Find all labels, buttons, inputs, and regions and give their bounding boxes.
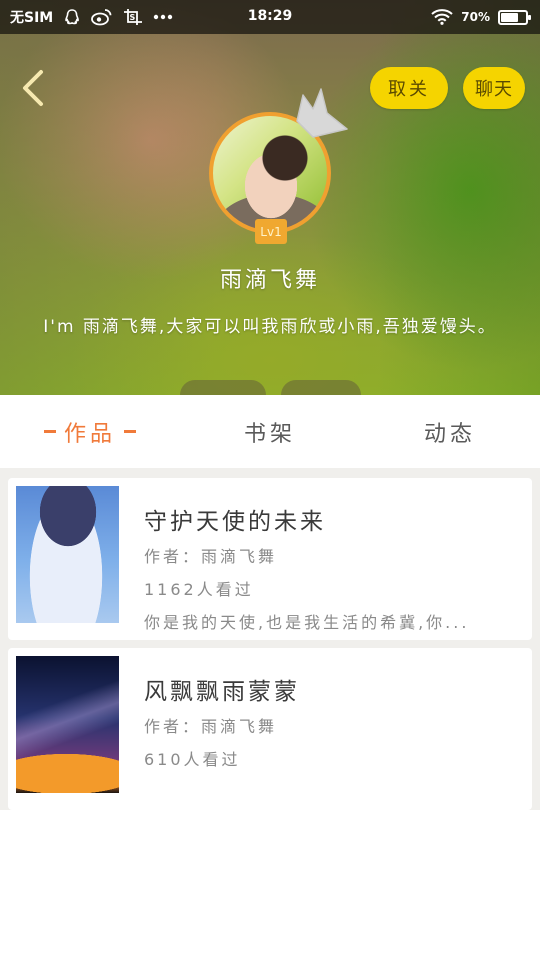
book-author: 作者：雨滴飞舞 — [144, 547, 278, 566]
book-cover-image — [16, 486, 119, 623]
battery-percent: 70% — [461, 10, 490, 24]
profile-tabs: 作品 书架 动态 — [0, 395, 540, 468]
book-cover-image — [16, 656, 119, 793]
book-author: 作者：雨滴飞舞 — [144, 717, 278, 736]
book-title: 守护天使的未来 — [144, 509, 326, 535]
tab-bookshelf-label: 书架 — [243, 421, 296, 447]
tab-works[interactable]: 作品 — [20, 395, 160, 468]
battery-icon — [498, 9, 531, 25]
username: 雨滴飞舞 — [219, 268, 320, 293]
back-button[interactable] — [12, 66, 52, 110]
works-list: 守护天使的未来 作者：雨滴飞舞 1162人看过 你是我的天使,也是我生活的希冀,… — [0, 468, 540, 810]
battery-level-fill — [501, 12, 518, 22]
tab-works-label: 作品 — [63, 421, 116, 447]
list-item[interactable]: 风飘飘雨蒙蒙 作者：雨滴飞舞 610人看过 — [8, 648, 532, 810]
tab-activity-label: 动态 — [423, 421, 476, 447]
list-item[interactable]: 守护天使的未来 作者：雨滴飞舞 1162人看过 你是我的天使,也是我生活的希冀,… — [8, 478, 532, 640]
status-bar-right: 70% — [431, 0, 531, 34]
profile-screen: 无SIM S 18:29 70% 取关 聊天 Lv1 雨滴飞舞 I'm 雨滴飞舞… — [0, 0, 540, 960]
user-bio: I'm 雨滴飞舞,大家可以叫我雨欣或小雨,吾独爱馒头。 — [43, 317, 497, 337]
tab-bookshelf[interactable]: 书架 — [200, 395, 340, 468]
tab-indicator-left — [43, 430, 56, 433]
unfollow-button[interactable]: 取关 — [370, 67, 448, 109]
tab-activity[interactable]: 动态 — [380, 395, 520, 468]
unfollow-label: 取关 — [388, 79, 430, 100]
tab-indicator-right — [124, 430, 136, 433]
level-badge: Lv1 — [255, 219, 287, 244]
chat-label: 聊天 — [475, 79, 513, 100]
status-bar: 无SIM S 18:29 70% — [0, 0, 540, 34]
crown-icon — [296, 88, 348, 138]
book-title: 风飘飘雨蒙蒙 — [144, 679, 300, 705]
chat-button[interactable]: 聊天 — [463, 67, 525, 109]
book-views: 1162人看过 — [144, 580, 254, 599]
wifi-icon — [431, 9, 453, 25]
book-description: 你是我的天使,也是我生活的希冀,你... — [144, 613, 470, 632]
book-views: 610人看过 — [144, 750, 241, 769]
chevron-left-icon — [23, 70, 43, 106]
